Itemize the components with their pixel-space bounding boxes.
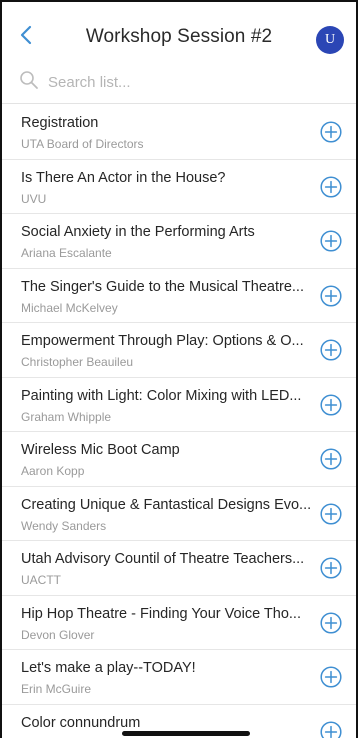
add-circle-icon[interactable] — [320, 502, 342, 525]
list-item[interactable]: Painting with Light: Color Mixing with L… — [2, 378, 356, 432]
add-circle-icon[interactable] — [320, 175, 342, 198]
list-item[interactable]: Wireless Mic Boot Camp Aaron Kopp — [2, 432, 356, 487]
add-circle-icon[interactable] — [320, 557, 342, 579]
app-header: Workshop Session #2 U — [2, 2, 356, 60]
list-item[interactable]: Hip Hop Theatre - Finding Your Voice Tho… — [2, 596, 356, 650]
list-item-subtitle: Devon Glover — [21, 627, 95, 642]
list-item-title: Hip Hop Theatre - Finding Your Voice Tho… — [21, 605, 301, 622]
list-item[interactable]: Is There An Actor in the House? UVU — [2, 160, 356, 214]
list-item[interactable]: Social Anxiety in the Performing Arts Ar… — [2, 214, 356, 269]
add-circle-icon[interactable] — [320, 611, 342, 634]
search-icon — [20, 71, 38, 89]
list-item[interactable]: Let's make a play--TODAY! Erin McGuire — [2, 650, 356, 705]
list-item-subtitle: Wendy Sanders — [21, 518, 107, 533]
screen: Workshop Session #2 U Registration UTA B… — [0, 0, 358, 738]
add-circle-icon[interactable] — [320, 448, 342, 470]
list-item-title: Creating Unique & Fantastical Designs Ev… — [21, 496, 311, 513]
list-item-title: Let's make a play--TODAY! — [21, 660, 196, 676]
list-item-title: Registration — [21, 115, 99, 131]
list-item-subtitle: Christopher Beauileu — [21, 355, 134, 369]
list-item[interactable]: Utah Advisory Countil of Theatre Teacher… — [2, 541, 356, 596]
list-item[interactable]: Registration UTA Board of Directors — [2, 105, 356, 160]
list-item-title: Is There An Actor in the House? — [21, 169, 226, 186]
add-circle-icon[interactable] — [320, 230, 342, 252]
list-item-title: Color connundrum — [21, 714, 141, 731]
search-input[interactable] — [48, 72, 338, 92]
avatar[interactable]: U — [316, 26, 344, 54]
add-circle-icon[interactable] — [320, 284, 342, 307]
list-item-subtitle: Michael McKelvey — [21, 300, 118, 315]
list-item-subtitle: Aaron Kopp — [21, 464, 85, 478]
list-item-title: Utah Advisory Countil of Theatre Teacher… — [21, 551, 305, 567]
list-item-subtitle: UTA Board of Directors — [21, 137, 144, 151]
list-item-subtitle: Ariana Escalante — [21, 246, 112, 260]
list-item-title: Social Anxiety in the Performing Arts — [21, 224, 255, 240]
list-item-subtitle: Erin McGuire — [21, 682, 92, 696]
list-item-title: Wireless Mic Boot Camp — [21, 442, 180, 458]
list-item-subtitle: Graham Whipple — [21, 409, 112, 424]
add-circle-icon[interactable] — [320, 339, 342, 361]
list-item-title: The Singer's Guide to the Musical Theatr… — [21, 278, 304, 295]
add-circle-icon[interactable] — [320, 720, 342, 738]
list-item-subtitle: UVU — [21, 191, 47, 206]
home-indicator — [122, 731, 250, 736]
list-item[interactable]: Empowerment Through Play: Options & O...… — [2, 323, 356, 378]
add-circle-icon[interactable] — [320, 666, 342, 688]
list-item[interactable]: Creating Unique & Fantastical Designs Ev… — [2, 487, 356, 541]
list-item-subtitle: UACTT — [21, 573, 61, 587]
list-item-title: Empowerment Through Play: Options & O... — [21, 333, 304, 349]
add-circle-icon[interactable] — [320, 121, 342, 143]
session-list: Registration UTA Board of Directors Is T… — [2, 105, 356, 738]
list-item[interactable]: The Singer's Guide to the Musical Theatr… — [2, 269, 356, 323]
add-circle-icon[interactable] — [320, 393, 342, 416]
page-title: Workshop Session #2 — [85, 26, 273, 47]
list-item-title: Painting with Light: Color Mixing with L… — [21, 387, 302, 404]
